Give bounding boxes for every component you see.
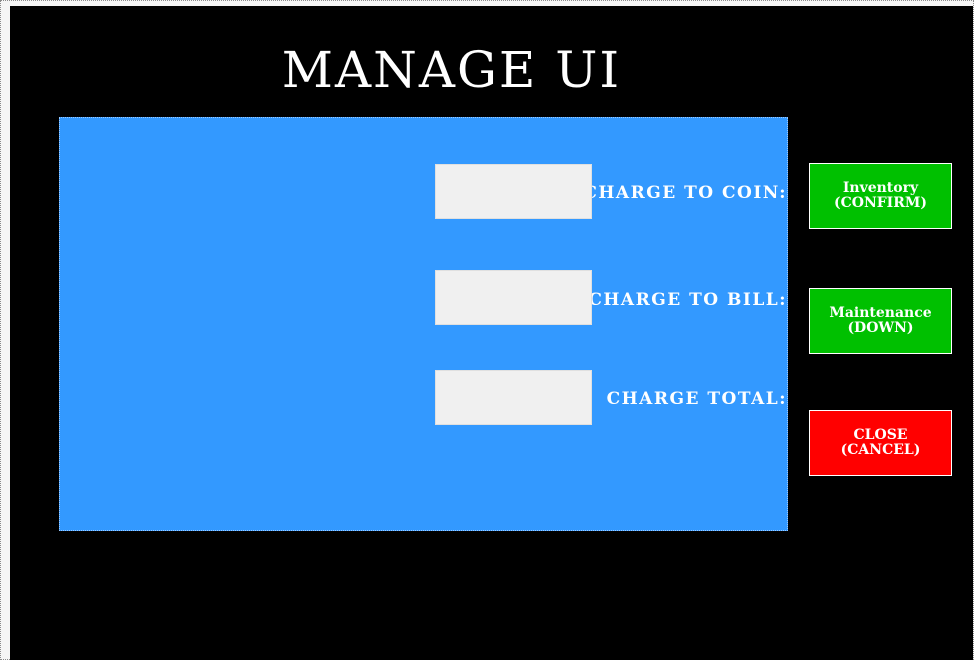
manage-screen: MANAGE UI CHARGE TO COIN: CHARGE TO BILL… bbox=[10, 6, 973, 660]
maintenance-button-hint: (DOWN) bbox=[847, 320, 914, 336]
maintenance-button-label: Maintenance bbox=[829, 305, 932, 321]
inventory-confirm-button[interactable]: Inventory (CONFIRM) bbox=[809, 163, 952, 229]
inventory-button-hint: (CONFIRM) bbox=[833, 195, 927, 211]
close-button-label: CLOSE bbox=[853, 427, 908, 443]
maintenance-down-button[interactable]: Maintenance (DOWN) bbox=[809, 288, 952, 354]
charge-to-bill-field[interactable] bbox=[435, 270, 592, 325]
close-button-hint: (CANCEL) bbox=[840, 442, 921, 458]
charge-panel: CHARGE TO COIN: CHARGE TO BILL: CHARGE T… bbox=[59, 117, 788, 531]
inventory-button-label: Inventory bbox=[842, 180, 919, 196]
charge-to-coin-field[interactable] bbox=[435, 164, 592, 219]
page-title: MANAGE UI bbox=[281, 41, 622, 99]
app-window: MANAGE UI CHARGE TO COIN: CHARGE TO BILL… bbox=[0, 0, 974, 660]
charge-total-field[interactable] bbox=[435, 370, 592, 425]
close-cancel-button[interactable]: CLOSE (CANCEL) bbox=[809, 410, 952, 476]
